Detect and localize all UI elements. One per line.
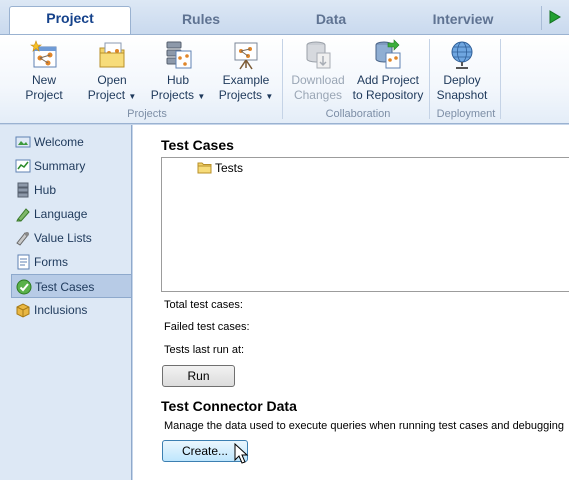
download-changes-label-2: Changes [293, 88, 343, 102]
sidebar-item-inclusions[interactable]: Inclusions [11, 298, 132, 322]
example-projects-label-2: Projects [218, 88, 263, 102]
ribbon: New Project Open Project ▼ Hub Projects … [0, 34, 569, 124]
deploy-snapshot-label-1: Deploy [443, 73, 481, 87]
play-icon [549, 10, 561, 24]
deploy-snapshot-button[interactable]: Deploy Snapshot [434, 39, 490, 103]
tree-node-tests[interactable]: Tests [197, 160, 243, 176]
dropdown-arrow-icon: ▼ [265, 92, 274, 101]
add-project-label-1: Add Project [356, 73, 420, 87]
tests-last-run-label: Tests last run at: [164, 344, 245, 356]
open-project-button[interactable]: Open Project ▼ [86, 39, 138, 103]
sidebar-item-label: Test Cases [35, 280, 95, 294]
forms-icon [17, 254, 30, 270]
tab-interview[interactable]: Interview [413, 8, 513, 32]
sidebar-item-forms[interactable]: Forms [11, 250, 132, 274]
new-project-icon [30, 40, 57, 68]
hub-projects-button[interactable]: Hub Projects ▼ [150, 39, 206, 103]
test-connector-description: Manage the data used to execute queries … [164, 420, 564, 432]
open-project-label-2: Project [87, 88, 126, 102]
inclusions-icon [16, 303, 30, 318]
run-button[interactable]: Run [162, 365, 235, 387]
new-project-label-2: Project [25, 88, 63, 102]
example-projects-button[interactable]: Example Projects ▼ [218, 39, 274, 103]
folder-icon [197, 162, 212, 174]
sidebar-item-label: Welcome [34, 135, 84, 149]
welcome-icon [15, 136, 31, 148]
tab-data[interactable]: Data [288, 8, 374, 32]
download-changes-label-1: Download [291, 73, 345, 87]
sidebar-item-label: Value Lists [34, 231, 92, 245]
add-project-label-2: to Repository [352, 88, 424, 102]
navigation-sidebar: Welcome Summary Hub Language Value Lists [0, 125, 132, 480]
add-project-repository-icon [375, 39, 401, 69]
dropdown-arrow-icon: ▼ [197, 92, 206, 101]
sidebar-item-value-lists[interactable]: Value Lists [11, 226, 132, 250]
group-separator [500, 39, 501, 119]
sidebar-item-welcome[interactable]: Welcome [11, 130, 132, 154]
sidebar-item-hub[interactable]: Hub [11, 178, 132, 202]
group-separator [282, 39, 283, 119]
new-project-button[interactable]: New Project [20, 39, 68, 103]
sidebar-item-label: Forms [34, 255, 68, 269]
test-cases-tree[interactable]: Tests [161, 157, 569, 292]
sidebar-item-label: Summary [34, 159, 86, 173]
hub-projects-label-1: Hub [166, 73, 189, 87]
group-label-projects: Projects [127, 108, 167, 120]
tab-project[interactable]: Project [9, 6, 131, 36]
sidebar-item-label: Inclusions [34, 303, 88, 317]
open-project-icon [99, 42, 125, 68]
add-project-to-repository-button[interactable]: Add Project to Repository [352, 39, 424, 103]
run-debug-button[interactable] [541, 6, 565, 30]
download-changes-icon [306, 41, 331, 69]
group-label-deployment: Deployment [436, 108, 496, 120]
hub-projects-icon [166, 41, 192, 69]
example-projects-icon [234, 42, 258, 70]
group-separator [429, 39, 430, 119]
language-icon [16, 208, 30, 222]
sidebar-item-label: Language [34, 207, 88, 221]
value-lists-icon [16, 232, 29, 246]
test-cases-icon [16, 279, 32, 295]
test-cases-title: Test Cases [161, 137, 234, 153]
new-project-label-1: New [31, 73, 56, 87]
download-changes-button[interactable]: Download Changes [290, 39, 346, 103]
tree-node-label: Tests [215, 161, 244, 175]
test-cases-panel: Test Cases Tests Total test cases: Faile… [133, 125, 569, 480]
total-test-cases-label: Total test cases: [164, 299, 243, 311]
failed-test-cases-label: Failed test cases: [164, 321, 250, 333]
hub-projects-label-2: Projects [150, 88, 195, 102]
deploy-snapshot-label-2: Snapshot [436, 88, 488, 102]
hub-icon [17, 182, 29, 198]
sidebar-item-label: Hub [34, 183, 57, 197]
open-project-label-1: Open [97, 73, 127, 87]
example-projects-label-1: Example [222, 73, 270, 87]
sidebar-item-summary[interactable]: Summary [11, 154, 132, 178]
sidebar-item-language[interactable]: Language [11, 202, 132, 226]
sidebar-item-test-cases[interactable]: Test Cases [11, 274, 132, 298]
dropdown-arrow-icon: ▼ [128, 92, 137, 101]
ribbon-tab-strip: Project Rules Data Interview [0, 0, 569, 36]
summary-icon [15, 159, 31, 173]
globe-icon [451, 41, 473, 69]
test-connector-title: Test Connector Data [161, 398, 297, 414]
group-label-collaboration: Collaboration [325, 108, 391, 120]
tab-rules[interactable]: Rules [158, 8, 244, 32]
mouse-pointer-icon [234, 443, 249, 464]
